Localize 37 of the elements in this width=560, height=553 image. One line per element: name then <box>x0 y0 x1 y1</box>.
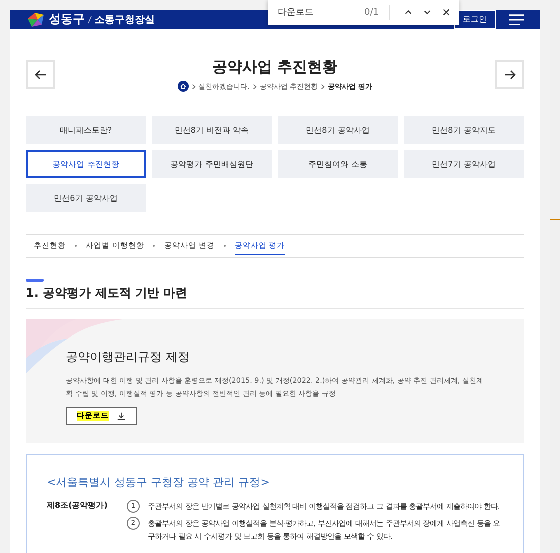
separator-dot-icon <box>75 245 77 247</box>
login-button[interactable]: 로그인 <box>454 10 496 29</box>
separator-dot-icon <box>153 245 156 247</box>
regulation-title: <서울특별시 성동구 구청장 공약 관리 규정> <box>47 475 271 490</box>
chevron-up-icon[interactable] <box>404 8 413 17</box>
article-label: 제8조(공약평가) <box>47 500 109 512</box>
slash-icon <box>88 16 92 24</box>
chevron-right-icon <box>321 84 326 90</box>
separator-dot-icon <box>224 245 226 247</box>
arrow-right-icon <box>504 68 516 80</box>
home-icon[interactable] <box>178 81 189 92</box>
download-icon <box>117 412 126 420</box>
menu-tile[interactable]: 민선8기 공약사업 <box>278 116 398 144</box>
menu-tile[interactable]: 민선8기 공약지도 <box>404 116 524 144</box>
chevron-down-icon[interactable] <box>423 8 432 17</box>
card-title: 공약이행관리규정 제정 <box>66 349 191 366</box>
menu-tile[interactable]: 민선6기 공약사업 <box>26 184 146 212</box>
menu-icon[interactable] <box>509 14 524 26</box>
logo-subtitle[interactable]: 소통구청장실 <box>95 12 155 26</box>
menu-tile[interactable]: 매니페스토란? <box>26 116 146 144</box>
previous-button[interactable] <box>26 60 55 89</box>
chevron-right-icon <box>192 84 196 90</box>
menu-tile[interactable]: 민선7기 공약사업 <box>404 150 524 178</box>
find-count: 0/1 <box>364 8 379 18</box>
menu-tile[interactable]: 공약사업 추진현황 <box>26 150 146 178</box>
logo-text[interactable]: 성동구 <box>49 11 85 28</box>
arrow-left-icon <box>34 68 46 80</box>
menu-tile[interactable]: 공약평가 주민배심원단 <box>152 150 272 178</box>
chevron-right-icon <box>252 84 257 90</box>
menu-tile[interactable]: 민선8기 비전과 약속 <box>152 116 272 144</box>
section-heading: 1. 공약평가 제도적 기반 마련 <box>26 285 524 309</box>
find-query[interactable]: 다운로드 <box>278 6 359 19</box>
logo-icon <box>26 10 46 28</box>
menu-tile[interactable]: 주민참여와 소통 <box>278 150 398 178</box>
close-icon[interactable] <box>442 8 451 17</box>
next-button[interactable] <box>495 60 524 89</box>
page-title: 공약사업 추진현황 <box>212 57 338 77</box>
